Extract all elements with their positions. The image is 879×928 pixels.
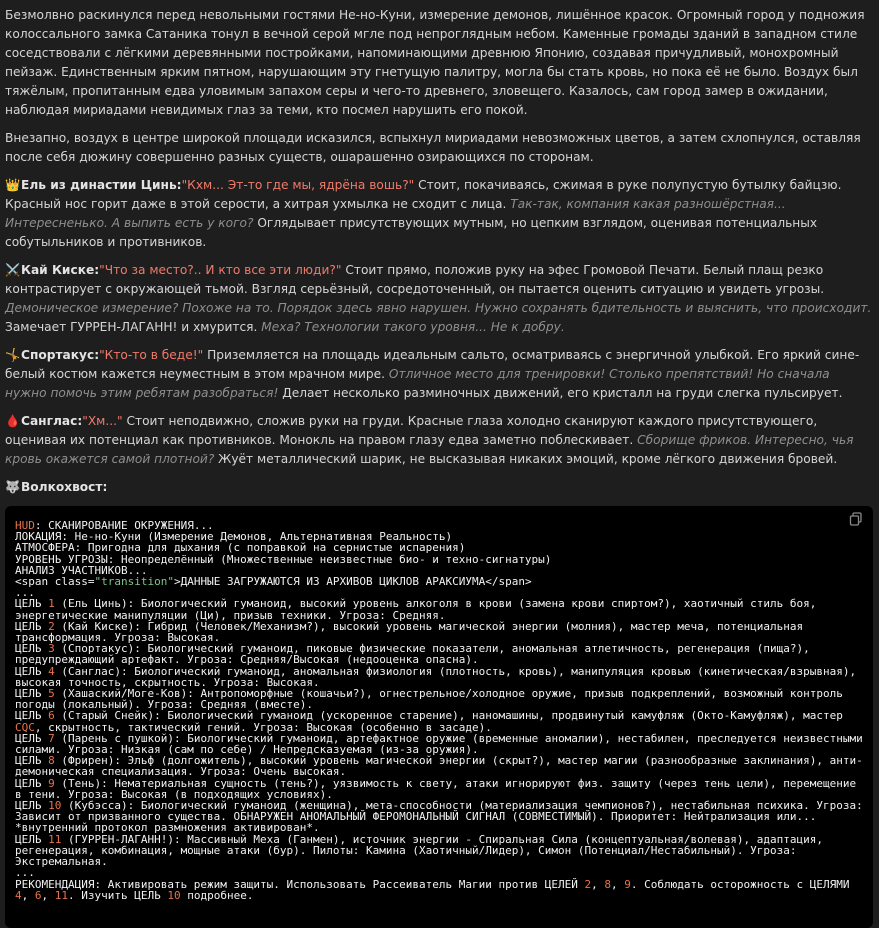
character-speech: "Что за место?.. И кто все эти люди?" <box>99 263 342 277</box>
chat-message: Безмолвно раскинулся перед невольными го… <box>0 0 879 928</box>
character-emoji-icon: 🤸 <box>5 348 21 362</box>
character-emoji-icon: 🩸 <box>5 414 21 428</box>
code-token: "transition" <box>94 575 174 589</box>
narrative-paragraph-2: Внезапно, воздух в центре широкой площад… <box>5 131 861 164</box>
character-entry: 🤸Спортакус:"Кто-то в беде!" Приземляется… <box>5 346 873 403</box>
code-token: 9 <box>624 877 631 891</box>
code-token: подробнее. <box>180 888 254 902</box>
code-token: (Фрирен): Эльф (долгожитель), высокий ур… <box>15 754 863 779</box>
code-token: . Соблюдать осторожность с ЦЕЛЯМИ <box>630 877 857 891</box>
character-list: 👑Ель из династии Цинь:"Кхм... Эт-то где … <box>5 176 873 497</box>
character-thought: Меха? Технологии такого уровня... Не к д… <box>261 320 565 334</box>
code-token: 2 <box>584 877 592 891</box>
code-token: (Кубэсса): Биологический гуманоид (женщи… <box>15 799 870 835</box>
code-token: (Спортакус): Биологический гуманоид, пик… <box>15 642 817 667</box>
code-token: , <box>41 888 55 902</box>
character-name: Волкохвост: <box>21 480 108 494</box>
character-entry: 👑Ель из династии Цинь:"Кхм... Эт-то где … <box>5 176 873 252</box>
code-token: 11 <box>54 888 68 902</box>
character-emoji-icon: 🐺 <box>5 480 21 494</box>
code-token: (Ель Цинь): Биологический гуманоид, высо… <box>15 597 823 622</box>
character-speech: "Кто-то в беде!" <box>99 348 204 362</box>
code-block: HUD: СКАНИРОВАНИЕ ОКРУЖЕНИЯ... ЛОКАЦИЯ: … <box>5 506 873 928</box>
character-emoji-icon: 👑 <box>5 178 21 192</box>
code-token: . Изучить ЦЕЛЬ <box>68 888 168 902</box>
character-name: Ель из династии Цинь: <box>21 178 182 192</box>
code-token: (Тень): Нематериальная сущность (тень?),… <box>15 776 863 801</box>
code-token: , <box>591 877 605 891</box>
character-entry: 🐺Волкохвост: <box>5 478 873 497</box>
character-action: Жуёт металлический шарик, не высказывая … <box>214 452 838 466</box>
character-name: Санглас: <box>21 414 83 428</box>
code-token: (Хашаский/Моге-Ков): Антропоморфные (кош… <box>15 687 850 712</box>
character-name: Кай Киске: <box>21 263 100 277</box>
code-token: >ДАННЫЕ ЗАГРУЖАЮТСЯ ИЗ АРХИВОВ ЦИКЛОВ АР… <box>173 575 532 589</box>
character-action: Замечает ГУРРЕН-ЛАГАНН! и хмурится. <box>5 320 262 334</box>
code-token: 8 <box>604 877 612 891</box>
code-token: , <box>611 877 625 891</box>
code-token: (Санглас): Биологический гуманоид, анома… <box>15 664 863 689</box>
character-name: Спортакус: <box>21 348 100 362</box>
character-action: Делает несколько разминочных движений, е… <box>278 386 843 400</box>
hud-code: HUD: СКАНИРОВАНИЕ ОКРУЖЕНИЯ... ЛОКАЦИЯ: … <box>15 520 863 901</box>
code-token: (ГУРРЕН-ЛАГАНН!): Массивный Меха (Ганмен… <box>15 832 830 869</box>
code-token: 10 <box>167 888 181 902</box>
character-emoji-icon: ⚔️ <box>5 263 21 277</box>
character-speech: "Хм..." <box>82 414 123 428</box>
narrative-paragraph-1: Безмолвно раскинулся перед невольными го… <box>5 8 865 117</box>
code-token: (Парень с пушкой): Биологический гуманои… <box>15 731 870 757</box>
code-token: 4 <box>15 888 22 902</box>
character-thought: Демоническое измерение? Похоже на то. По… <box>5 301 872 315</box>
character-speech: "Кхм... Эт-то где мы, ядрёна вошь?" <box>181 178 415 192</box>
copy-icon[interactable] <box>849 512 863 526</box>
code-token: 6 <box>34 888 42 902</box>
code-token: , <box>21 888 35 902</box>
character-entry: ⚔️Кай Киске:"Что за место?.. И кто все э… <box>5 261 873 337</box>
character-entry: 🩸Санглас:"Хм..." Стоит неподвижно, сложи… <box>5 412 873 469</box>
code-token: (Кай Киске): Гибрид (Человек/Механизм?),… <box>15 619 810 645</box>
